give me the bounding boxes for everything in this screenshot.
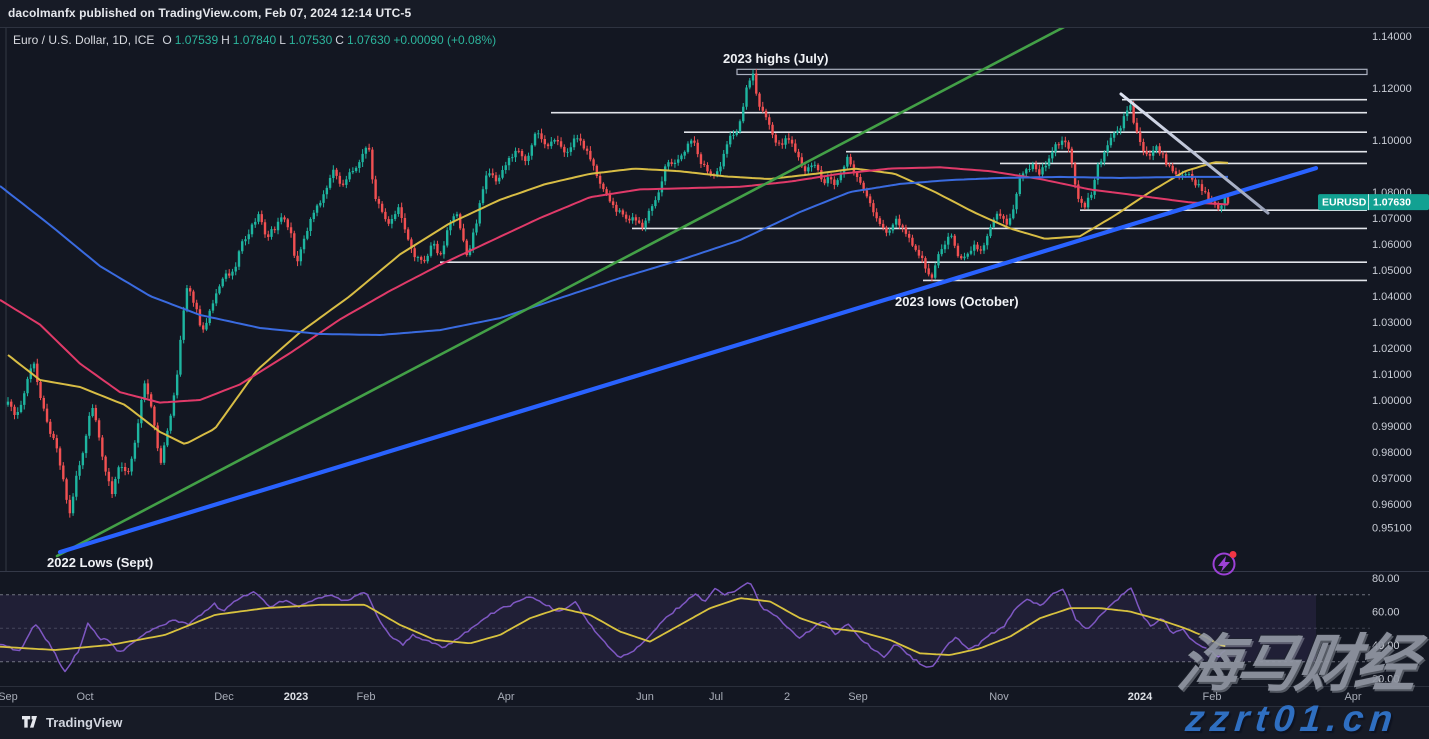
candle-bodies-up (7, 74, 1226, 514)
lightning-bolt-icon (1218, 556, 1230, 572)
legend-token: H (221, 33, 230, 47)
legend-token: +0.00090 (+0.08%) (393, 33, 496, 47)
time-scale-label: 2 (784, 691, 790, 703)
legend-token: 1.07539 (175, 33, 218, 47)
time-scale-label: Sep (0, 691, 18, 703)
published-chart-page: dacolmanfx published on TradingView.com,… (0, 0, 1429, 739)
rsi-scale-label: 80.00 (1372, 573, 1400, 585)
time-scale-label: Dec (214, 691, 234, 703)
price-scale-label: 1.03000 (1372, 317, 1412, 329)
annotation-label-2[interactable]: 2022 Lows (Sept) (47, 555, 153, 570)
time-scale-label: Nov (989, 691, 1009, 703)
symbol-legend: Euro / U.S. Dollar, 1D, ICEO1.07539H1.07… (13, 33, 499, 47)
time-scale-label: 2024 (1128, 691, 1153, 703)
legend-token: 1.07530 (289, 33, 332, 47)
legend-token: L (279, 33, 286, 47)
last-price-symbol: EURUSD (1322, 197, 1367, 209)
tradingview-brand-label[interactable]: TradingView (46, 715, 122, 730)
price-scale-label: 1.02000 (1372, 343, 1412, 355)
watermark-cjk: 海马财经 (1174, 634, 1419, 696)
time-scale-label: Apr (497, 691, 514, 703)
time-scale-label: Feb (357, 691, 376, 703)
rsi-scale-label: 60.00 (1372, 607, 1400, 619)
price-scale-label: 0.98000 (1372, 447, 1412, 459)
publish-info-text: dacolmanfx published on TradingView.com,… (8, 6, 411, 20)
time-scale[interactable]: SepOctDec2023FebAprJunJul2SepNov2024FebA… (0, 691, 1362, 703)
flash-icon-button[interactable] (1214, 551, 1237, 575)
price-scale-label: 1.06000 (1372, 239, 1412, 251)
last-price-tag: EURUSD 1.07630 (1318, 194, 1429, 210)
highs-zone-rect[interactable] (737, 69, 1367, 74)
price-pane[interactable] (0, 16, 1367, 686)
annotation-label-1[interactable]: 2023 lows (October) (895, 294, 1019, 309)
price-scale-label: 0.97000 (1372, 473, 1412, 485)
candle-bodies-down (10, 74, 1229, 514)
price-scale-label: 0.96000 (1372, 499, 1412, 511)
price-scale[interactable]: 1.140001.120001.100001.080001.070001.060… (1372, 31, 1412, 686)
price-scale-label: 1.00000 (1372, 395, 1412, 407)
legend-token: O (162, 33, 171, 47)
annotation-label-0[interactable]: 2023 highs (July) (723, 51, 828, 66)
price-scale-label: 1.01000 (1372, 369, 1412, 381)
time-scale-label: Jul (709, 691, 723, 703)
price-scale-label: 0.99000 (1372, 421, 1412, 433)
time-scale-label: Jun (636, 691, 654, 703)
last-price-value: 1.07630 (1373, 197, 1411, 209)
price-scale-label: 1.05000 (1372, 265, 1412, 277)
legend-token: Euro / U.S. Dollar, 1D, ICE (13, 33, 154, 47)
price-scale-label: 1.12000 (1372, 83, 1412, 95)
price-scale-label: 1.14000 (1372, 31, 1412, 43)
time-scale-label: Sep (848, 691, 868, 703)
tradingview-logo-icon[interactable] (22, 716, 41, 730)
time-scale-label: 2023 (284, 691, 308, 703)
chart-canvas[interactable]: 1.140001.120001.100001.080001.070001.060… (0, 0, 1429, 739)
time-scale-label: Oct (76, 691, 93, 703)
publish-header: dacolmanfx published on TradingView.com,… (0, 0, 1429, 28)
legend-token: 1.07840 (233, 33, 276, 47)
notification-dot (1230, 551, 1237, 558)
price-scale-label: 1.04000 (1372, 291, 1412, 303)
price-scale-label: 0.95100 (1372, 522, 1412, 534)
price-scale-label: 1.10000 (1372, 135, 1412, 147)
price-scale-label: 1.07000 (1372, 213, 1412, 225)
watermark-url: zzrt01.cn (1184, 700, 1400, 737)
legend-token: C (335, 33, 344, 47)
legend-token: 1.07630 (347, 33, 390, 47)
